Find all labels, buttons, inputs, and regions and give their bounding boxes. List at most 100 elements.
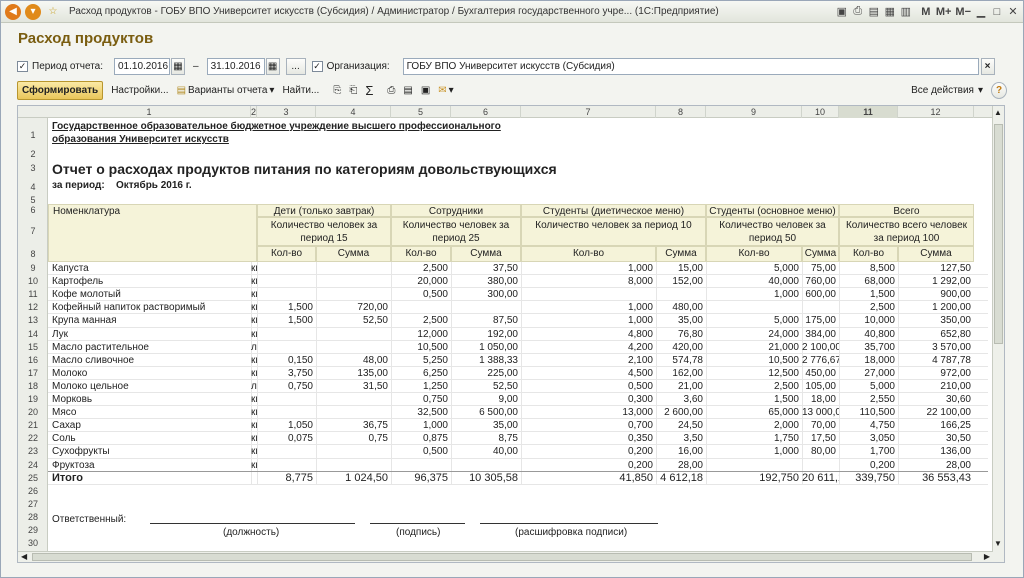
row-header[interactable]: 22	[18, 432, 48, 445]
row-header[interactable]: 15	[18, 341, 48, 354]
column-headers: 1 2 3 4 5 6 7 8 9 10 11 12	[18, 106, 993, 118]
variants-button[interactable]: Варианты отчета	[188, 85, 267, 96]
minimize-icon[interactable]: ▁	[975, 5, 987, 18]
row-header[interactable]: 17	[18, 367, 48, 380]
row-header[interactable]: 10	[18, 275, 48, 288]
scroll-right-icon[interactable]: ▶	[984, 552, 990, 561]
row-header[interactable]: 30	[18, 537, 48, 550]
all-actions-button[interactable]: Все действия	[911, 85, 974, 96]
row-header[interactable]: 28	[18, 511, 48, 524]
row-header[interactable]: 7	[18, 217, 48, 246]
generate-button[interactable]: Сформировать	[17, 80, 104, 100]
row-header[interactable]: 12	[18, 301, 48, 314]
save-toolbar-icon[interactable]: ▣	[421, 85, 430, 96]
row-header[interactable]: 23	[18, 445, 48, 458]
favorite-icon[interactable]: ☆	[45, 4, 61, 20]
paste-icon[interactable]: ⎗	[349, 85, 357, 96]
scroll-down-icon[interactable]: ▼	[994, 539, 1002, 548]
column-header[interactable]: 6	[451, 106, 521, 118]
row-header[interactable]: 21	[18, 419, 48, 432]
row-header[interactable]: 25	[18, 472, 48, 485]
column-header[interactable]: 4	[316, 106, 391, 118]
row-header[interactable]: 13	[18, 314, 48, 327]
value-cell: 13 000,00	[802, 407, 839, 419]
value-cell: 6 500,00	[479, 407, 518, 419]
vertical-scroll-thumb[interactable]	[994, 124, 1003, 344]
horizontal-scrollbar[interactable]: ◀ ▶	[18, 551, 993, 562]
org-clear-button[interactable]: ×	[980, 57, 995, 75]
print-icon[interactable]: ⎙	[852, 5, 864, 18]
find-button[interactable]: Найти...	[282, 85, 319, 96]
save-icon[interactable]: ▣	[836, 5, 848, 18]
column-header[interactable]: 1	[48, 106, 251, 118]
column-header[interactable]: 9	[706, 106, 802, 118]
column-header[interactable]: 3	[257, 106, 316, 118]
report-spreadsheet[interactable]: 1 2 3 4 5 6 7 8 9 10 11 12 1 2 3 4 5 6 7 8 9 10 11 12 13 14 15 16 1…	[17, 105, 1005, 563]
row-header[interactable]: 3	[18, 158, 48, 179]
scroll-left-icon[interactable]: ◀	[21, 552, 27, 561]
row-header[interactable]: 6	[18, 204, 48, 217]
column-header[interactable]: 11	[839, 106, 898, 118]
help-button[interactable]: ?	[991, 81, 1007, 99]
value-cell: 75,00	[810, 263, 836, 274]
qty-header: Кол-во	[391, 246, 451, 262]
value-cell: 6,250	[422, 367, 448, 379]
date-to-calendar-icon[interactable]: ▦	[265, 57, 280, 75]
row-header[interactable]: 27	[18, 498, 48, 511]
scroll-up-icon[interactable]: ▲	[994, 108, 1002, 117]
column-header[interactable]: 5	[391, 106, 451, 118]
column-header[interactable]: 12	[898, 106, 974, 118]
row-header[interactable]: 11	[18, 288, 48, 301]
menu-icon[interactable]: ▾	[25, 3, 41, 20]
print-toolbar-icon[interactable]: ⎙	[387, 85, 395, 96]
org-checkbox[interactable]: ✓	[311, 60, 323, 72]
mail-icon[interactable]: ✉	[438, 85, 446, 96]
total-value-cell: 96,375	[414, 471, 448, 484]
row-header[interactable]: 24	[18, 459, 48, 472]
calculator-icon[interactable]: ▥	[900, 5, 912, 18]
memory-button[interactable]: M	[920, 6, 932, 18]
close-icon[interactable]: ✕	[1007, 5, 1019, 18]
org-field[interactable]: ГОБУ ВПО Университет искусств (Субсидия)	[402, 57, 979, 75]
settings-button[interactable]: Настройки...	[111, 85, 168, 96]
variants-dropdown-icon[interactable]: ▾	[269, 85, 274, 96]
row-header[interactable]: 20	[18, 406, 48, 419]
row-header[interactable]: 9	[18, 262, 48, 275]
horizontal-scroll-thumb[interactable]	[32, 553, 972, 561]
date-to-field[interactable]: 31.10.2016	[206, 57, 265, 75]
period-select-button[interactable]: ...	[285, 57, 306, 75]
column-header[interactable]: 10	[802, 106, 839, 118]
copy-icon[interactable]: ⎘	[333, 85, 341, 96]
vertical-scrollbar[interactable]: ▲ ▼	[992, 106, 1004, 562]
preview-icon[interactable]: ▤	[868, 5, 880, 18]
column-header[interactable]: 8	[656, 106, 706, 118]
memory-minus-button[interactable]: M−	[955, 6, 971, 18]
value-cell: 2 100,00	[802, 341, 839, 353]
mail-dropdown-icon[interactable]: ▾	[449, 85, 454, 96]
memory-plus-button[interactable]: M+	[936, 6, 952, 18]
back-icon[interactable]: ◀	[5, 3, 21, 20]
row-header[interactable]: 4	[18, 179, 48, 196]
date-from-calendar-icon[interactable]: ▦	[171, 57, 185, 75]
row-header[interactable]: 14	[18, 328, 48, 341]
row-header[interactable]: 16	[18, 354, 48, 367]
row-header[interactable]: 19	[18, 393, 48, 406]
row-header[interactable]: 18	[18, 380, 48, 393]
calendar-icon[interactable]: ▦	[884, 5, 896, 18]
row-header[interactable]: 29	[18, 524, 48, 537]
column-header[interactable]: 7	[521, 106, 656, 118]
row-header[interactable]: 1	[18, 120, 48, 150]
preview-toolbar-icon[interactable]: ▤	[403, 85, 412, 96]
all-actions-dropdown-icon[interactable]: ▾	[978, 85, 983, 96]
sum-icon[interactable]: Σ	[365, 83, 373, 98]
maximize-icon[interactable]: □	[991, 6, 1003, 18]
date-from-field[interactable]: 01.10.2016	[114, 57, 170, 75]
group-header: Студенты (диетическое меню)	[521, 204, 706, 217]
row-header[interactable]: 5	[18, 196, 48, 205]
row-header[interactable]: 8	[18, 246, 48, 262]
row-header[interactable]: 2	[18, 150, 48, 159]
row-header[interactable]: 26	[18, 485, 48, 498]
period-checkbox[interactable]: ✓	[17, 60, 28, 72]
value-cell: 384,00	[805, 328, 836, 340]
value-cell: 105,00	[805, 380, 836, 392]
